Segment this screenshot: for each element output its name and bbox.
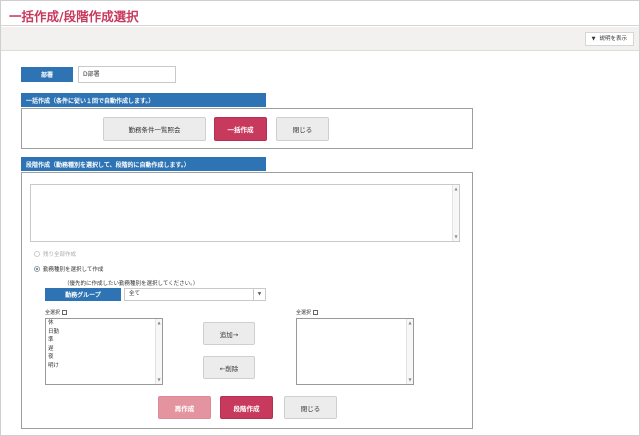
radio-create-remaining[interactable]: 残り全部作成 [34,250,76,258]
selected-list-scrollbar[interactable]: ▲ ▼ [406,319,413,384]
available-work-types-list[interactable]: 休日勤準遅夜明け ▲ ▼ [45,318,163,385]
radio-button-icon [34,266,40,272]
available-list-scrollbar[interactable]: ▲ ▼ [155,319,162,384]
stepwise-create-button[interactable]: 段階作成 [220,396,273,419]
radio-create-remaining-label: 残り全部作成 [43,252,77,258]
scroll-up-icon[interactable]: ▲ [156,320,162,326]
bulk-create-button[interactable]: 一括作成 [214,117,267,141]
select-all-left-checkbox[interactable] [62,310,68,315]
scroll-up-icon[interactable]: ▲ [407,320,413,326]
list-item[interactable]: 遅 [46,345,162,354]
title-divider [0,25,640,26]
list-item[interactable]: 準 [46,336,162,345]
toolbar: ▼ 説明を表示 [1,27,639,51]
select-all-right-label: 全選択 [296,310,312,316]
recreate-button[interactable]: 再作成 [158,396,211,419]
scroll-down-icon[interactable]: ▼ [156,377,162,383]
bulk-close-button[interactable]: 閉じる [276,117,329,141]
select-all-right-checkbox[interactable] [313,310,319,315]
radio-select-work-type[interactable]: 勤務種別を選択して作成 [34,265,103,273]
selection-hint: （優先的に作成したい勤務種別を選択してください。） [64,281,199,287]
help-toggle-label: 説明を表示 [599,36,627,42]
select-all-right[interactable]: 全選択 [296,309,319,316]
work-group-label: 勤務グループ [45,288,121,301]
work-group-value: 全て [129,291,141,297]
message-textarea[interactable]: ▲ ▼ [30,184,460,242]
radio-button-icon [34,251,40,257]
radio-select-work-type-label: 勤務種別を選択して作成 [43,267,104,273]
selected-work-types-list[interactable]: ▲ ▼ [296,318,414,385]
scroll-down-icon[interactable]: ▼ [407,377,413,383]
scroll-up-icon[interactable]: ▲ [453,186,459,192]
stepwise-close-button[interactable]: 閉じる [284,396,337,419]
help-toggle-button[interactable]: ▼ 説明を表示 [584,32,634,46]
list-item[interactable]: 夜 [46,353,162,362]
textarea-scrollbar[interactable]: ▲ ▼ [452,185,459,241]
remove-button[interactable]: ←削除 [203,356,255,379]
scroll-down-icon[interactable]: ▼ [453,234,459,240]
stepwise-section-header: 段階作成（勤務種別を選択して、段階的に自動作成します。） [21,157,266,171]
chevron-down-icon[interactable]: ▼ [253,289,265,300]
list-item[interactable]: 休 [46,319,162,328]
work-group-select[interactable]: 全て ▼ [124,288,266,301]
department-field[interactable]: D部署 [78,66,176,83]
page-title: 一括作成/段階作成選択 [9,9,139,24]
select-all-left[interactable]: 全選択 [45,309,68,316]
triangle-down-icon: ▼ [591,36,596,42]
add-button[interactable]: 追加→ [203,322,255,345]
department-label: 部署 [21,67,73,82]
list-item[interactable]: 明け [46,362,162,371]
work-condition-list-button[interactable]: 勤務条件一覧照会 [103,117,206,141]
select-all-left-label: 全選択 [45,310,61,316]
bulk-section-header: 一括作成（条件に従い１回で自動作成します。） [21,93,266,107]
list-item[interactable]: 日勤 [46,328,162,337]
